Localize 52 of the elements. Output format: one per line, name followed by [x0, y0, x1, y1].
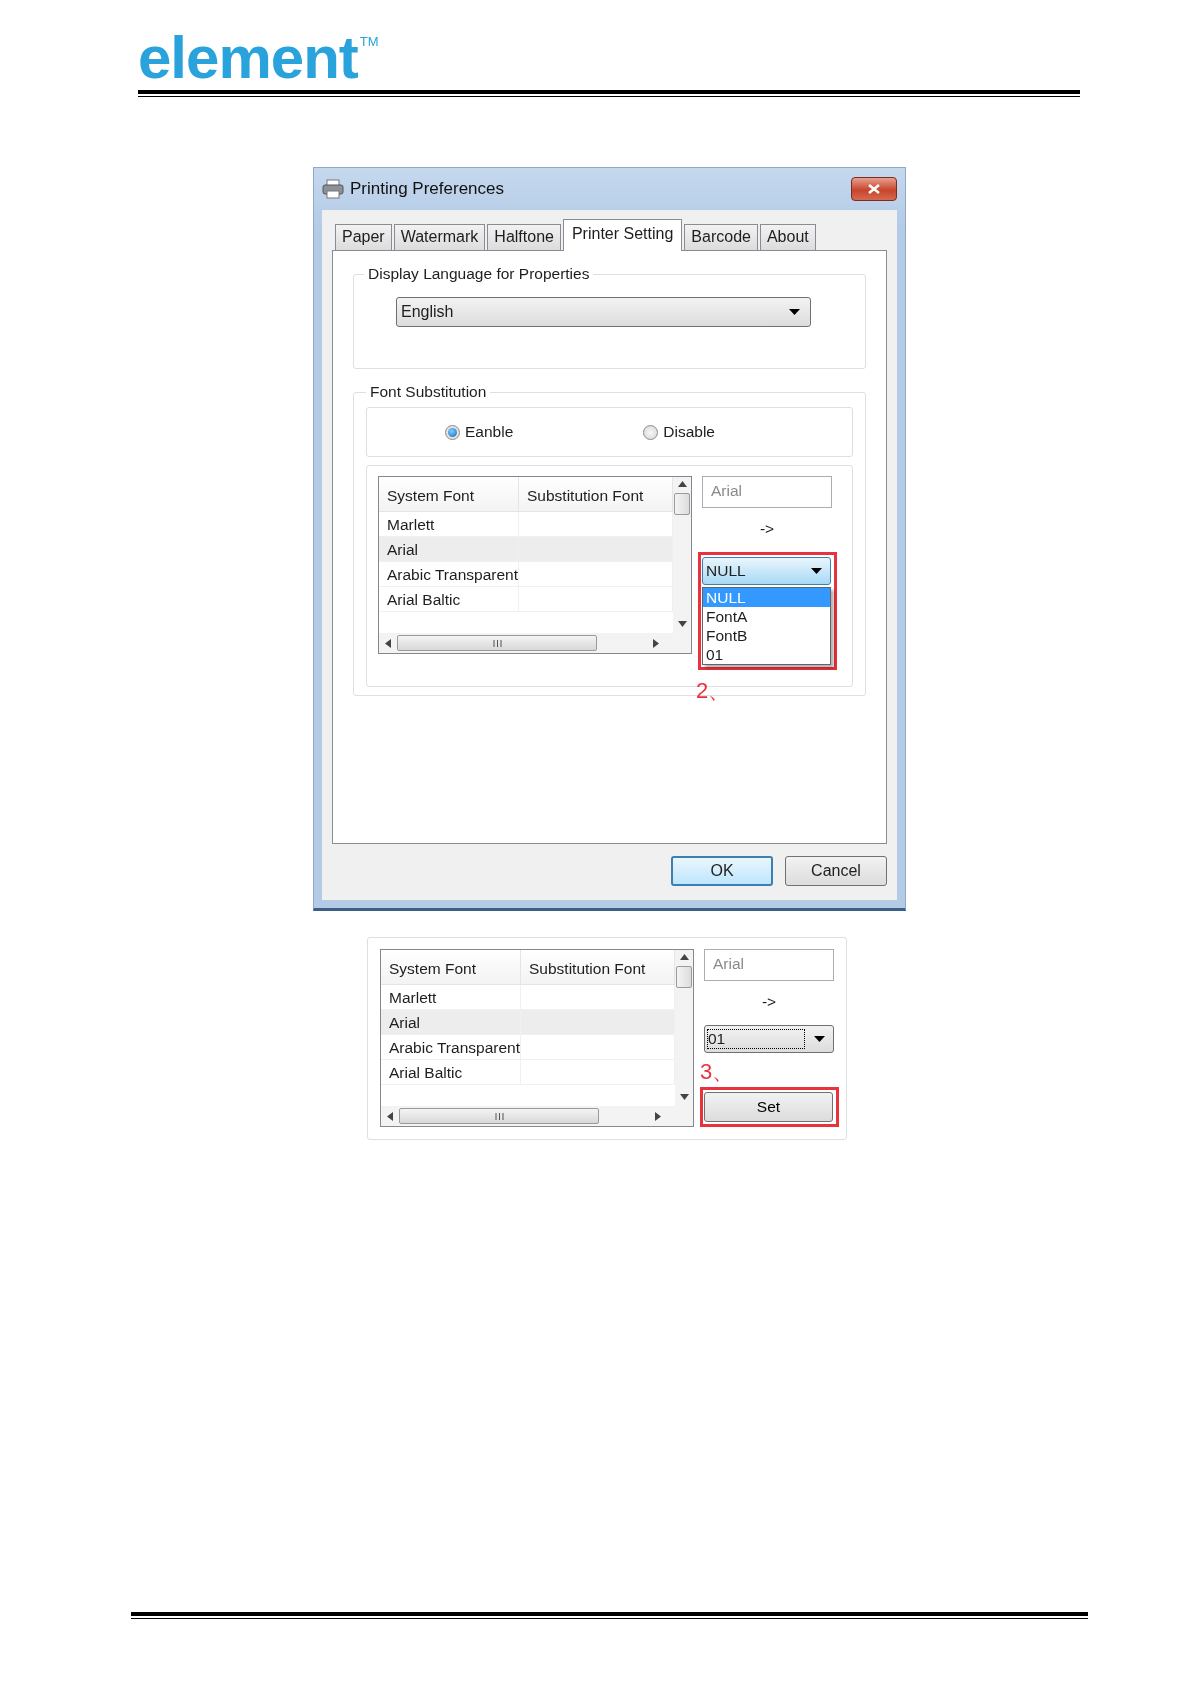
- set-button[interactable]: Set: [704, 1092, 833, 1122]
- caret-icon: [789, 309, 800, 315]
- scroll-up-icon[interactable]: [679, 954, 689, 960]
- scroll-left-icon[interactable]: [387, 1111, 393, 1121]
- scroll-down-icon[interactable]: [677, 621, 687, 627]
- scrollbar-thumb[interactable]: [676, 966, 692, 988]
- ok-button[interactable]: OK: [671, 856, 773, 886]
- column-header[interactable]: System Font: [379, 477, 519, 511]
- tab[interactable]: About: [759, 224, 816, 250]
- dropdown-option[interactable]: 01: [703, 645, 830, 664]
- scrollbar-thumb[interactable]: [397, 635, 597, 651]
- tab[interactable]: Halftone: [487, 224, 561, 250]
- font-row[interactable]: Arabic Transparent: [381, 1035, 675, 1060]
- source-font-field[interactable]: Arial: [702, 476, 832, 508]
- arrow-text: ->: [760, 993, 778, 1011]
- arrow-text: ->: [758, 520, 776, 538]
- radio-option[interactable]: Disable: [643, 423, 715, 441]
- window-title: Printing Preferences: [350, 179, 506, 199]
- font-row[interactable]: Arial: [381, 1010, 675, 1035]
- step-number: 2、: [696, 677, 732, 705]
- printer-icon: [322, 179, 344, 199]
- font-row[interactable]: Arial Baltic: [379, 587, 673, 612]
- tab[interactable]: Paper: [335, 224, 392, 250]
- source-font-field[interactable]: Arial: [704, 949, 834, 981]
- group-label: Display Language for Properties: [367, 265, 591, 283]
- scroll-down-icon[interactable]: [679, 1094, 689, 1100]
- step-number: 3、: [700, 1058, 736, 1086]
- radio-option[interactable]: Eanble: [445, 423, 514, 441]
- close-icon: [868, 184, 880, 194]
- caret-icon: [811, 568, 822, 574]
- caret-icon: [814, 1036, 825, 1042]
- tab[interactable]: Watermark: [393, 224, 486, 250]
- font-row[interactable]: Arial Baltic: [381, 1060, 675, 1085]
- dropdown-option[interactable]: FontA: [703, 607, 830, 626]
- scroll-up-icon[interactable]: [677, 481, 687, 487]
- scroll-left-icon[interactable]: [385, 638, 391, 648]
- scroll-right-icon[interactable]: [655, 1111, 661, 1121]
- column-header[interactable]: System Font: [381, 950, 521, 984]
- scrollbar-thumb[interactable]: [674, 493, 690, 515]
- group-label: Font Substitution: [369, 383, 488, 401]
- language-dropdown[interactable]: English: [396, 297, 811, 327]
- dropdown-option[interactable]: FontB: [703, 626, 830, 645]
- scroll-right-icon[interactable]: [653, 638, 659, 648]
- tab[interactable]: Barcode: [684, 224, 758, 250]
- tab[interactable]: Printer Setting: [562, 219, 683, 251]
- font-row[interactable]: Arabic Transparent: [379, 562, 673, 587]
- scrollbar-thumb[interactable]: [399, 1108, 599, 1124]
- font-dropdown[interactable]: 01: [704, 1025, 834, 1053]
- close-button[interactable]: [851, 177, 897, 201]
- font-dropdown[interactable]: NULL: [702, 557, 831, 585]
- cancel-button[interactable]: Cancel: [785, 856, 887, 886]
- font-row[interactable]: Arial: [379, 537, 673, 562]
